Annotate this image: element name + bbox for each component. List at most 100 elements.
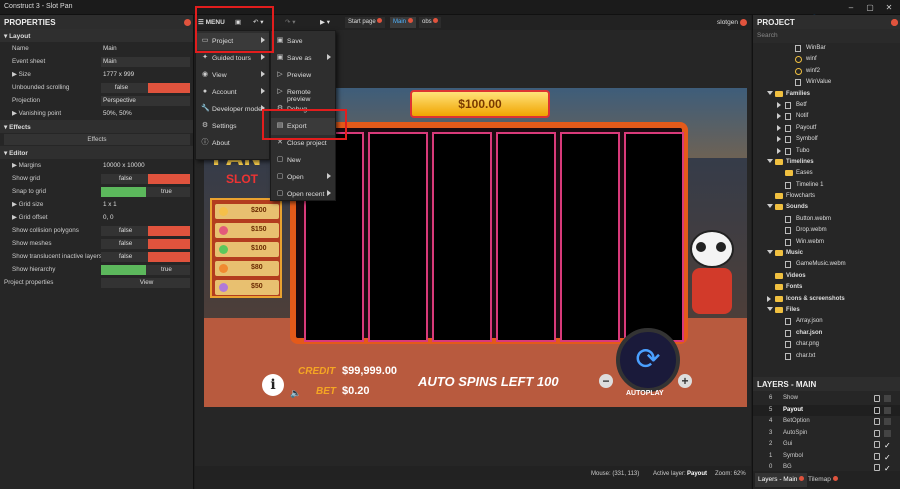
sound-icon[interactable]: 🔈 bbox=[290, 388, 301, 399]
effects-section-header[interactable]: ▾ Effects bbox=[0, 120, 193, 133]
expand-arrow-icon[interactable] bbox=[767, 295, 771, 302]
visible-toggle[interactable] bbox=[884, 429, 891, 437]
layer-row[interactable]: 1 Symbol ✓ bbox=[753, 451, 900, 463]
tree-item[interactable]: Icons & screenshots bbox=[753, 294, 900, 305]
layout-section-header[interactable]: ▾ Layout bbox=[0, 29, 193, 42]
tab-obs[interactable]: obs bbox=[419, 17, 442, 28]
expand-arrow-icon[interactable] bbox=[777, 147, 781, 154]
panel-close-dot-icon[interactable] bbox=[184, 19, 191, 26]
expand-icon[interactable]: ▶ bbox=[12, 71, 19, 78]
decrease-bet-button[interactable]: − bbox=[599, 374, 613, 388]
tree-item[interactable]: Fonts bbox=[753, 282, 900, 293]
tab-main[interactable]: Main bbox=[390, 17, 416, 28]
tree-item[interactable]: WinBar bbox=[753, 43, 900, 54]
lock-icon[interactable] bbox=[874, 418, 880, 425]
visible-toggle[interactable] bbox=[884, 395, 891, 402]
tree-item[interactable]: Payoutf bbox=[753, 123, 900, 134]
tree-item[interactable]: Families bbox=[753, 89, 900, 100]
lock-icon[interactable] bbox=[874, 441, 880, 448]
menu-item-view[interactable]: ◉ View bbox=[196, 67, 269, 84]
expand-arrow-icon[interactable] bbox=[777, 101, 781, 108]
submenu-item-remote-preview[interactable]: ▷ Remote preview bbox=[271, 84, 335, 103]
lock-icon[interactable] bbox=[874, 464, 880, 471]
prop-value[interactable]: 50%, 50% bbox=[101, 109, 190, 119]
expand-arrow-icon[interactable] bbox=[777, 113, 781, 120]
prop-value[interactable]: false bbox=[101, 226, 190, 236]
tree-item[interactable]: Array.json bbox=[753, 316, 900, 327]
visible-toggle[interactable] bbox=[884, 406, 891, 414]
tree-item[interactable]: winf2 bbox=[753, 66, 900, 77]
maximize-icon[interactable]: ▢ bbox=[861, 2, 879, 13]
expand-icon[interactable]: ▶ bbox=[12, 110, 19, 117]
prop-value[interactable]: true bbox=[101, 187, 190, 197]
prop-value[interactable]: Perspective bbox=[101, 96, 190, 106]
user-name[interactable]: slotgen bbox=[717, 15, 738, 30]
layer-row[interactable]: 6 Show bbox=[753, 393, 900, 405]
submenu-item-save[interactable]: ▣ Save bbox=[271, 33, 335, 50]
tree-item[interactable]: Drop.webm bbox=[753, 225, 900, 236]
prop-value[interactable]: false bbox=[101, 83, 190, 93]
lock-icon[interactable] bbox=[874, 452, 880, 460]
submenu-item-new[interactable]: ▢ New bbox=[271, 152, 335, 169]
minimize-icon[interactable]: – bbox=[842, 2, 860, 13]
tree-item[interactable]: Videos bbox=[753, 271, 900, 282]
tree-item[interactable]: GameMusic.webm bbox=[753, 259, 900, 270]
visible-check-icon[interactable]: ✓ bbox=[884, 441, 891, 450]
lock-icon[interactable] bbox=[874, 406, 880, 414]
tree-item[interactable]: Timeline 1 bbox=[753, 180, 900, 191]
layer-row[interactable]: 4 BetOption bbox=[753, 416, 900, 428]
tree-item[interactable]: Notif bbox=[753, 111, 900, 122]
submenu-item-save-as[interactable]: ▣ Save as bbox=[271, 50, 335, 67]
submenu-item-preview[interactable]: ▷ Preview bbox=[271, 67, 335, 84]
prop-value[interactable]: 10000 x 10000 bbox=[101, 161, 190, 171]
menu-item-account[interactable]: ● Account bbox=[196, 84, 269, 101]
close-icon[interactable]: ✕ bbox=[880, 2, 898, 13]
expand-arrow-icon[interactable] bbox=[777, 136, 781, 143]
tab-layers[interactable]: Layers - Main bbox=[755, 473, 808, 487]
play-icon[interactable]: ▶ ▾ bbox=[320, 15, 330, 30]
editor-section-header[interactable]: ▾ Editor bbox=[0, 146, 193, 159]
submenu-item-open-recent[interactable]: ▢ Open recent bbox=[271, 186, 335, 203]
panel-close-dot-icon[interactable] bbox=[891, 19, 898, 26]
effects-button[interactable]: Effects bbox=[4, 134, 190, 145]
tree-item[interactable]: Betf bbox=[753, 100, 900, 111]
tree-item[interactable]: Music bbox=[753, 248, 900, 259]
visible-check-icon[interactable]: ✓ bbox=[884, 453, 891, 462]
expand-arrow-icon[interactable] bbox=[777, 124, 781, 131]
collapse-arrow-icon[interactable] bbox=[767, 90, 773, 95]
prop-value[interactable]: 0, 0 bbox=[101, 213, 190, 223]
expand-icon[interactable]: ▶ bbox=[12, 214, 19, 221]
tree-item[interactable]: Tubo bbox=[753, 146, 900, 157]
redo-icon[interactable]: ↷ ▾ bbox=[285, 15, 296, 30]
prop-value[interactable]: Main bbox=[101, 44, 190, 54]
collapse-arrow-icon[interactable] bbox=[767, 204, 773, 209]
increase-bet-button[interactable]: + bbox=[678, 374, 692, 388]
prop-value[interactable]: Main bbox=[101, 57, 190, 67]
layer-row[interactable]: 3 AutoSpin bbox=[753, 428, 900, 440]
expand-icon[interactable]: ▶ bbox=[12, 201, 19, 208]
layer-row[interactable]: 5 Payout bbox=[753, 404, 900, 416]
tree-item[interactable]: Button.webm bbox=[753, 214, 900, 225]
tree-item[interactable]: char.txt bbox=[753, 351, 900, 362]
tree-item[interactable]: Eases bbox=[753, 168, 900, 179]
prop-value[interactable]: 1777 x 999 bbox=[101, 70, 190, 80]
lock-icon[interactable] bbox=[874, 395, 880, 402]
tree-item[interactable]: char.json bbox=[753, 328, 900, 339]
prop-value[interactable]: 1 x 1 bbox=[101, 200, 190, 210]
tree-item[interactable]: WinValue bbox=[753, 77, 900, 88]
menu-item-developer-mode[interactable]: 🔧 Developer mode bbox=[196, 101, 269, 118]
tree-item[interactable]: Timelines bbox=[753, 157, 900, 168]
collapse-arrow-icon[interactable] bbox=[767, 158, 773, 163]
menu-item-settings[interactable]: ⚙ Settings bbox=[196, 118, 269, 135]
tab-tilemap[interactable]: Tilemap bbox=[805, 473, 841, 487]
prop-value[interactable]: true bbox=[101, 265, 190, 275]
tree-item[interactable]: winf bbox=[753, 54, 900, 65]
menu-item-about[interactable]: ⓘ About bbox=[196, 135, 269, 152]
project-search-input[interactable]: Search bbox=[757, 32, 778, 39]
collapse-arrow-icon[interactable] bbox=[767, 306, 773, 311]
tree-item[interactable]: Sounds bbox=[753, 202, 900, 213]
tab-start-page[interactable]: Start page bbox=[345, 17, 386, 28]
tree-item[interactable]: Flowcharts bbox=[753, 191, 900, 202]
submenu-item-open[interactable]: ▢ Open bbox=[271, 169, 335, 186]
tree-item[interactable]: char.png bbox=[753, 339, 900, 350]
